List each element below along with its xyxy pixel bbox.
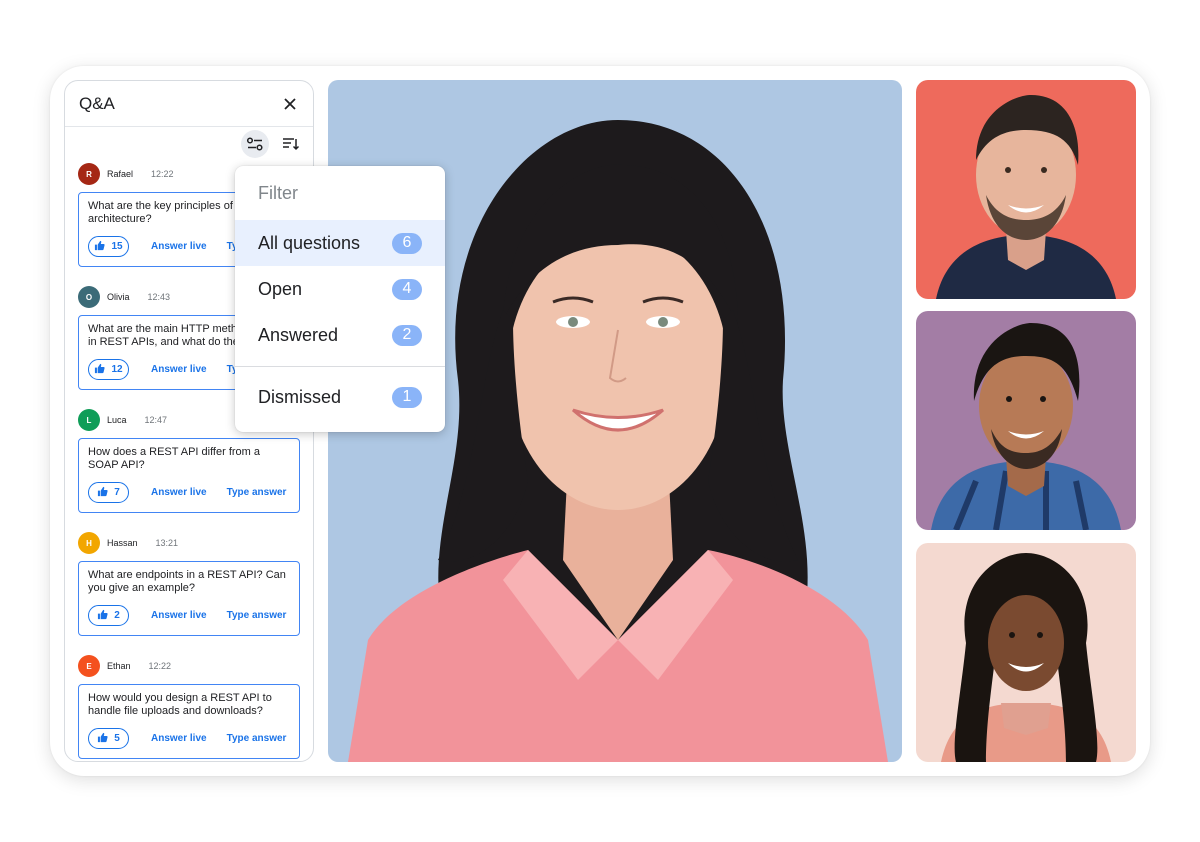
thumbs-up-icon [94, 361, 106, 379]
upvote-button[interactable]: 12 [88, 359, 129, 380]
thumbs-up-icon [97, 484, 108, 502]
type-answer-link[interactable]: Type answer [227, 487, 287, 498]
participant-tile-1[interactable] [916, 80, 1136, 299]
filter-option-label: Answered [258, 324, 339, 345]
participant-1-video [936, 95, 1116, 299]
avatar: H [78, 532, 100, 554]
answer-live-link[interactable]: Answer live [151, 733, 207, 744]
question-actions: 2 Answer live Type answer [88, 605, 286, 626]
question-actions: 5 Answer live Type answer [88, 728, 286, 749]
filter-option-answered[interactable]: Answered 2 [235, 312, 445, 358]
author-name: Rafael [107, 169, 134, 179]
filter-option-label: Open [258, 278, 303, 299]
avatar: O [78, 286, 100, 308]
author-name: Hassan [107, 538, 138, 548]
thumbs-up-icon [94, 238, 106, 256]
upvote-count: 2 [114, 610, 120, 621]
question-item: H Hassan 13:21 What are endpoints in a REST… [78, 531, 300, 653]
avatar: E [78, 655, 100, 677]
question-card: How would you design a REST API to handl… [78, 684, 300, 759]
avatar: R [78, 163, 100, 185]
thumbs-up-icon [97, 730, 108, 748]
answer-live-link[interactable]: Answer live [151, 241, 207, 252]
participant-tile-3[interactable] [916, 543, 1136, 762]
upvote-count: 5 [114, 733, 120, 744]
question-text: What are endpoints in a REST API? Can yo… [88, 569, 286, 594]
question-actions: 12 Answer live Ty [88, 359, 238, 380]
question-timestamp: 12:22 [148, 661, 172, 671]
avatar: L [78, 409, 100, 431]
upvote-count: 12 [111, 364, 123, 375]
type-answer-link[interactable]: Type answer [227, 733, 287, 744]
upvote-button[interactable]: 2 [88, 605, 129, 626]
upvote-count: 15 [111, 241, 123, 252]
upvote-button[interactable]: 15 [88, 236, 129, 257]
qa-toolbar [65, 127, 313, 161]
filter-option-all-questions[interactable]: All questions 6 [235, 220, 445, 266]
qa-title: Q&A [79, 93, 115, 113]
filter-menu-title: Filter [258, 182, 298, 203]
participant-3-video [941, 553, 1111, 762]
filter-menu: Filter All questions 6 Open 4 Answered 2… [235, 166, 445, 432]
author-name: Ethan [107, 661, 131, 671]
question-timestamp: 12:47 [144, 415, 168, 425]
filter-divider [235, 366, 445, 367]
filter-option-label: All questions [258, 232, 361, 253]
filter-sliders-icon[interactable] [241, 130, 269, 158]
question-meta: H Hassan 13:21 [78, 531, 300, 555]
author-name: Luca [107, 415, 127, 425]
filter-option-open[interactable]: Open 4 [235, 266, 445, 312]
participant-tile-2[interactable] [916, 311, 1136, 530]
upvote-button[interactable]: 5 [88, 728, 129, 749]
sort-icon[interactable] [277, 130, 305, 158]
answer-live-link[interactable]: Answer live [151, 487, 207, 498]
qa-header: Q&A [65, 81, 313, 127]
type-answer-link[interactable]: Type answer [227, 610, 287, 621]
participant-2-video [931, 323, 1121, 530]
question-actions: 15 Answer live Ty [88, 236, 238, 257]
filter-count-badge: 1 [392, 386, 422, 408]
close-icon[interactable] [281, 95, 299, 113]
answer-live-link[interactable]: Answer live [151, 364, 207, 375]
filter-count-badge: 2 [392, 324, 422, 346]
question-actions: 7 Answer live Type answer [88, 482, 286, 503]
question-timestamp: 12:43 [147, 292, 171, 302]
question-text: How would you design a REST API to handl… [88, 692, 272, 717]
upvote-button[interactable]: 7 [88, 482, 129, 503]
question-card: How does a REST API differ from a SOAP A… [78, 438, 300, 513]
thumbs-up-icon [97, 607, 108, 625]
question-meta: E Ethan 12:22 [78, 654, 300, 678]
upvote-count: 7 [114, 487, 120, 498]
question-text: How does a REST API differ from a SOAP A… [88, 446, 261, 471]
answer-live-link[interactable]: Answer live [151, 610, 207, 621]
question-timestamp: 13:21 [155, 538, 179, 548]
author-name: Olivia [107, 292, 130, 302]
filter-option-label: Dismissed [258, 386, 342, 407]
filter-count-badge: 4 [392, 278, 422, 300]
filter-count-badge: 6 [392, 232, 422, 254]
question-timestamp: 12:22 [151, 169, 174, 179]
question-card: What are endpoints in a REST API? Can yo… [78, 561, 300, 636]
filter-option-dismissed[interactable]: Dismissed 1 [235, 374, 445, 420]
question-item: E Ethan 12:22 How would you design a REST A… [78, 654, 300, 761]
